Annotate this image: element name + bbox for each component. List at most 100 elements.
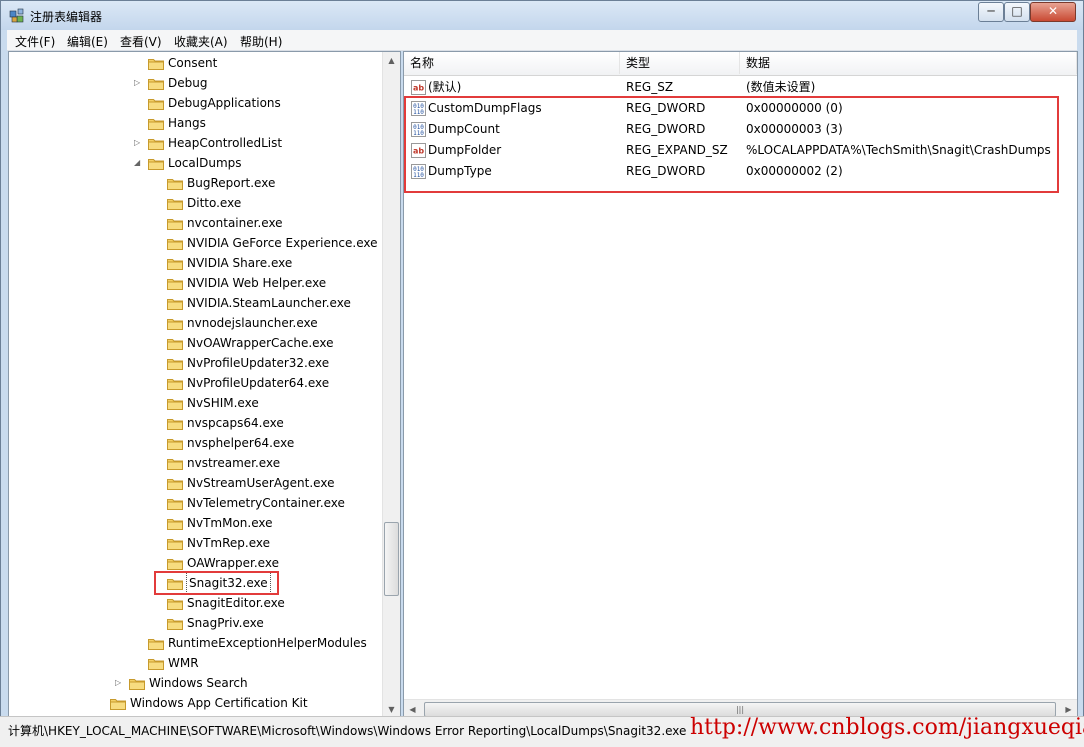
tree-item-label: SnagPriv.exe — [187, 616, 264, 630]
menu-favorites[interactable]: 收藏夹(A) — [174, 33, 228, 50]
close-button[interactable]: ✕ — [1030, 2, 1076, 22]
tree-item-label: NvSHIM.exe — [187, 396, 259, 410]
expand-arrow-icon[interactable]: ▷ — [134, 73, 142, 93]
expand-arrow-icon[interactable]: ▷ — [134, 133, 142, 153]
tree-item[interactable]: NVIDIA Share.exe — [9, 253, 381, 273]
tree-item[interactable]: Hangs — [9, 113, 381, 133]
folder-icon — [167, 356, 183, 370]
tree-item-label: NVIDIA GeForce Experience.exe — [187, 236, 378, 250]
column-header-type[interactable]: 类型 — [620, 52, 740, 74]
regedit-app-icon — [9, 8, 24, 23]
menu-bar: 文件(F) 编辑(E) 查看(V) 收藏夹(A) 帮助(H) — [7, 30, 1077, 51]
tree-item[interactable]: ▷ Windows Search — [9, 673, 381, 693]
folder-icon — [167, 496, 183, 510]
tree-item-label: Consent — [168, 56, 218, 70]
menu-file[interactable]: 文件(F) — [15, 33, 55, 50]
tree-item[interactable]: BugReport.exe — [9, 173, 381, 193]
folder-icon — [167, 276, 183, 290]
folder-icon — [167, 516, 183, 530]
tree-item[interactable]: ◢ LocalDumps — [9, 153, 381, 173]
tree-item-label: Hangs — [168, 116, 206, 130]
tree-item-label: RuntimeExceptionHelperModules — [168, 636, 367, 650]
tree-item-label: Debug — [168, 76, 208, 90]
tree-item[interactable]: nvsphelper64.exe — [9, 433, 381, 453]
tree-item-label: NvStreamUserAgent.exe — [187, 476, 335, 490]
folder-icon — [167, 596, 183, 610]
tree-item-label: DebugApplications — [168, 96, 281, 110]
column-header-name[interactable]: 名称 — [404, 52, 620, 74]
value-data: (数值未设置) — [746, 80, 816, 94]
tree-item[interactable]: NvTmMon.exe — [9, 513, 381, 533]
tree-item[interactable]: ▷ Debug — [9, 73, 381, 93]
folder-icon — [167, 396, 183, 410]
string-value-icon: ab — [411, 80, 426, 95]
tree-item[interactable]: NVIDIA GeForce Experience.exe — [9, 233, 381, 253]
value-row[interactable]: ab (默认) REG_SZ (数值未设置) — [404, 77, 1077, 98]
menu-view[interactable]: 查看(V) — [120, 33, 162, 50]
tree-item[interactable]: OAWrapper.exe — [9, 553, 381, 573]
value-name: (默认) — [428, 80, 462, 94]
tree-item-label: Windows App Certification Kit — [130, 696, 308, 710]
tree-item[interactable]: DebugApplications — [9, 93, 381, 113]
tree-item[interactable]: nvspcaps64.exe — [9, 413, 381, 433]
svg-text:ab: ab — [413, 84, 424, 93]
folder-icon — [129, 676, 145, 690]
scroll-up-arrow-icon[interactable]: ▲ — [383, 52, 400, 69]
tree-item[interactable]: nvstreamer.exe — [9, 453, 381, 473]
tree-item[interactable]: NVIDIA.SteamLauncher.exe — [9, 293, 381, 313]
menu-edit[interactable]: 编辑(E) — [67, 33, 108, 50]
folder-icon — [148, 96, 164, 110]
tree-item[interactable]: ▷ HeapControlledList — [9, 133, 381, 153]
tree-item[interactable]: Windows App Certification Kit — [9, 693, 381, 713]
tree-item-label: nvnodejslauncher.exe — [187, 316, 318, 330]
menu-help[interactable]: 帮助(H) — [240, 33, 282, 50]
folder-icon — [167, 176, 183, 190]
tree-item-label: NvTelemetryContainer.exe — [187, 496, 345, 510]
tree-item-label: NvTmMon.exe — [187, 516, 273, 530]
tree-item-label: nvspcaps64.exe — [187, 416, 284, 430]
column-header-data[interactable]: 数据 — [740, 52, 1077, 74]
watermark-url: http://www.cnblogs.com/jiangxueqiao/ — [690, 715, 1084, 740]
folder-icon — [167, 316, 183, 330]
collapse-arrow-icon[interactable]: ◢ — [134, 153, 142, 173]
tree-item-label: OAWrapper.exe — [187, 556, 279, 570]
tree-item[interactable]: NvProfileUpdater32.exe — [9, 353, 381, 373]
registry-key-tree[interactable]: ▲ ▼ Consent ▷ Debug DebugApplications Hangs ▷… — [8, 51, 401, 719]
tree-item[interactable]: SnagitEditor.exe — [9, 593, 381, 613]
folder-icon — [167, 556, 183, 570]
tree-item[interactable]: nvnodejslauncher.exe — [9, 313, 381, 333]
folder-icon — [167, 236, 183, 250]
maximize-button[interactable]: □ — [1004, 2, 1030, 22]
tree-scroll-thumb[interactable] — [384, 522, 399, 596]
value-type: REG_SZ — [626, 80, 674, 94]
status-bar: 计算机\HKEY_LOCAL_MACHINE\SOFTWARE\Microsof… — [0, 715, 1084, 747]
tree-item[interactable]: NvProfileUpdater64.exe — [9, 373, 381, 393]
tree-item[interactable]: nvcontainer.exe — [9, 213, 381, 233]
folder-icon — [148, 636, 164, 650]
tree-item[interactable]: NvTelemetryContainer.exe — [9, 493, 381, 513]
tree-item-label: NvOAWrapperCache.exe — [187, 336, 334, 350]
folder-icon — [148, 136, 164, 150]
folder-icon — [110, 696, 126, 710]
tree-item-label: HeapControlledList — [168, 136, 283, 150]
tree-item[interactable]: Consent — [9, 53, 381, 73]
minimize-button[interactable]: ─ — [978, 2, 1004, 22]
tree-item[interactable]: NVIDIA Web Helper.exe — [9, 273, 381, 293]
folder-icon — [148, 656, 164, 670]
tree-item[interactable]: NvSHIM.exe — [9, 393, 381, 413]
tree-item[interactable]: SnagPriv.exe — [9, 613, 381, 633]
tree-item-label: NvTmRep.exe — [187, 536, 270, 550]
tree-vertical-scrollbar[interactable]: ▲ ▼ — [382, 52, 400, 718]
tree-item-label: nvstreamer.exe — [187, 456, 281, 470]
tree-item-label: NvProfileUpdater32.exe — [187, 356, 330, 370]
tree-item[interactable]: Ditto.exe — [9, 193, 381, 213]
tree-item-label: NVIDIA Share.exe — [187, 256, 293, 270]
tree-item[interactable]: NvStreamUserAgent.exe — [9, 473, 381, 493]
tree-item[interactable]: NvTmRep.exe — [9, 533, 381, 553]
tree-item[interactable]: NvOAWrapperCache.exe — [9, 333, 381, 353]
title-bar[interactable]: 注册表编辑器 ─ □ ✕ — [1, 1, 1083, 30]
expand-arrow-icon[interactable]: ▷ — [115, 673, 123, 693]
tree-item-label: NVIDIA.SteamLauncher.exe — [187, 296, 351, 310]
tree-item[interactable]: WMR — [9, 653, 381, 673]
tree-item[interactable]: RuntimeExceptionHelperModules — [9, 633, 381, 653]
